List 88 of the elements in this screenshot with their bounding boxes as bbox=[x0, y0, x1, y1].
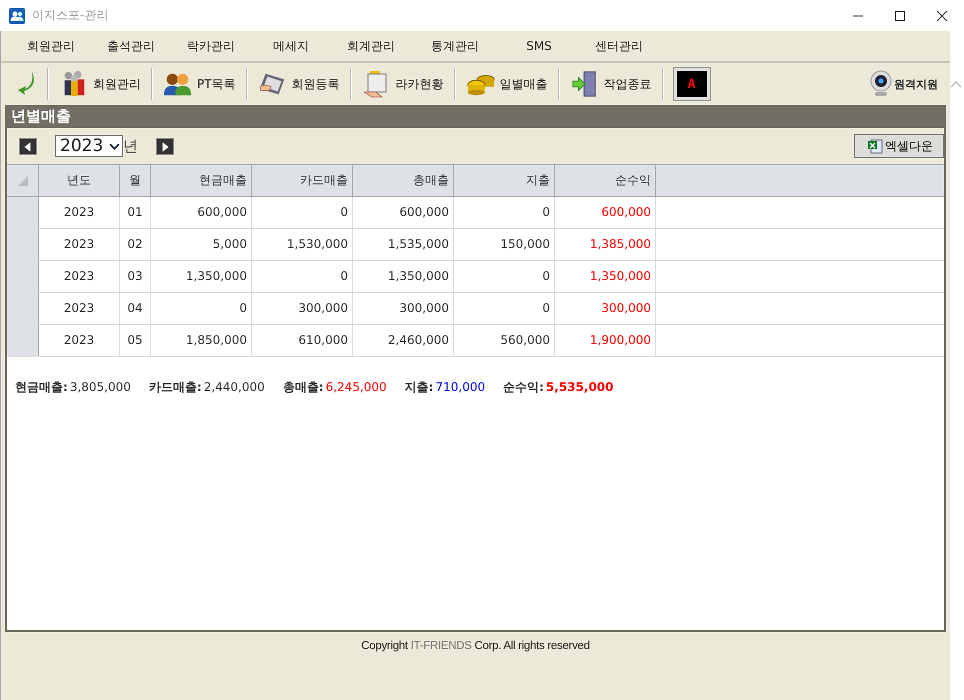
row-header[interactable] bbox=[7, 293, 39, 324]
toolbar-button[interactable]: 회원등록 bbox=[252, 68, 346, 100]
table-cell: 1,385,000 bbox=[555, 229, 656, 260]
table-cell: 04 bbox=[120, 293, 151, 324]
column-header[interactable]: 월 bbox=[120, 165, 151, 196]
next-button[interactable] bbox=[156, 138, 174, 154]
table-cell: 0 bbox=[252, 197, 353, 228]
summary-label: 총매출: bbox=[282, 379, 324, 396]
webcam-icon bbox=[869, 70, 893, 98]
menu-item[interactable]: 메세지 bbox=[251, 38, 331, 54]
row-header[interactable] bbox=[7, 229, 39, 260]
table-cell: 1,850,000 bbox=[151, 325, 252, 356]
table-cell: 2023 bbox=[39, 197, 120, 228]
column-header[interactable]: 지출 bbox=[454, 165, 555, 196]
table-cell: 05 bbox=[120, 325, 151, 356]
table-cell: 5,000 bbox=[151, 229, 252, 260]
close-icon[interactable] bbox=[936, 10, 948, 22]
summary-value: 6,245,000 bbox=[326, 380, 387, 394]
row-header[interactable] bbox=[7, 261, 39, 292]
table-cell: 0 bbox=[454, 261, 555, 292]
previous-button[interactable] bbox=[19, 138, 37, 154]
table-cell: 610,000 bbox=[252, 325, 353, 356]
window-title: 이지스포-관리 bbox=[32, 7, 108, 24]
column-header[interactable]: 총매출 bbox=[353, 165, 454, 196]
table-cell: 1,900,000 bbox=[555, 325, 656, 356]
toolbar-button[interactable]: 라카현황 bbox=[356, 68, 450, 100]
table-cell: 1,530,000 bbox=[252, 229, 353, 260]
menu-item[interactable]: 출석관리 bbox=[91, 38, 171, 54]
caret-icon bbox=[109, 142, 120, 150]
table-cell: 02 bbox=[120, 229, 151, 260]
table-cell: 300,000 bbox=[252, 293, 353, 324]
table-cell: 2023 bbox=[39, 261, 120, 292]
app-icon bbox=[9, 8, 25, 24]
row-header[interactable] bbox=[7, 197, 39, 228]
summary-value: 2,440,000 bbox=[204, 380, 265, 394]
menu-item[interactable]: 통계관리 bbox=[411, 38, 499, 54]
column-header[interactable]: 현금매출 bbox=[151, 165, 252, 196]
table-cell: 1,350,000 bbox=[151, 261, 252, 292]
table-cell: 2023 bbox=[39, 229, 120, 260]
table-cell: 1,350,000 bbox=[353, 261, 454, 292]
menu-item[interactable]: 락카관리 bbox=[171, 38, 251, 54]
excel-download-button[interactable]: 엑셀다운 bbox=[854, 134, 944, 158]
spreadsheet-icon bbox=[867, 138, 883, 154]
copyright-text: Copyright IT-FRIENDS Corp. All rights reserved bbox=[361, 640, 590, 654]
maximize-icon[interactable] bbox=[894, 10, 906, 22]
summary-label: 순수익: bbox=[503, 379, 544, 396]
row-header[interactable] bbox=[7, 325, 39, 356]
table-cell: 1,535,000 bbox=[353, 229, 454, 260]
panel-title: 년별매출 bbox=[7, 105, 944, 128]
summary-label: 현금매출: bbox=[15, 379, 68, 396]
select-all-icon[interactable] bbox=[18, 176, 28, 186]
table-cell: 03 bbox=[120, 261, 151, 292]
table-cell: 2023 bbox=[39, 293, 120, 324]
summary-value: 710,000 bbox=[435, 380, 486, 394]
summary-label: 카드매출: bbox=[148, 379, 202, 396]
column-header[interactable]: 년도 bbox=[39, 165, 120, 196]
remote-support-button[interactable]: 원격지원 bbox=[863, 69, 944, 99]
summary-label: 지출: bbox=[404, 379, 434, 396]
summary-value: 3,805,000 bbox=[70, 380, 131, 394]
table-cell: 600,000 bbox=[151, 197, 252, 228]
table-cell: 2,460,000 bbox=[353, 325, 454, 356]
column-header[interactable]: 카드매출 bbox=[252, 165, 353, 196]
table-cell: 0 bbox=[252, 261, 353, 292]
toolbar-button[interactable]: 작업종료 bbox=[564, 68, 658, 100]
table-cell: 0 bbox=[151, 293, 252, 324]
year-label: 년 bbox=[123, 136, 138, 156]
year-select[interactable]: 2023 bbox=[55, 135, 123, 157]
table-cell: 1,350,000 bbox=[555, 261, 656, 292]
menu-item[interactable]: 센터관리 bbox=[579, 38, 659, 54]
table-cell: 01 bbox=[120, 197, 151, 228]
table-cell: 2023 bbox=[39, 325, 120, 356]
table-cell: 0 bbox=[454, 197, 555, 228]
summary-value: 5,535,000 bbox=[546, 380, 614, 394]
column-header[interactable]: 순수익 bbox=[555, 165, 656, 196]
toolbar-button[interactable]: PT목록 bbox=[157, 68, 242, 100]
toolbar-button[interactable]: 일별매출 bbox=[460, 68, 554, 100]
table-cell: 600,000 bbox=[555, 197, 656, 228]
menu-item[interactable]: 회계관리 bbox=[331, 38, 411, 54]
alert-button[interactable]: A bbox=[674, 68, 710, 100]
menu-item[interactable]: 회원관리 bbox=[11, 38, 91, 54]
table-cell: 0 bbox=[454, 293, 555, 324]
toolbar-button[interactable]: 회원관리 bbox=[53, 68, 147, 100]
table-cell: 600,000 bbox=[353, 197, 454, 228]
table-cell: 300,000 bbox=[555, 293, 656, 324]
menu-item[interactable]: SMS bbox=[499, 39, 579, 53]
table-cell: 300,000 bbox=[353, 293, 454, 324]
table-cell: 150,000 bbox=[454, 229, 555, 260]
table-cell: 560,000 bbox=[454, 325, 555, 356]
